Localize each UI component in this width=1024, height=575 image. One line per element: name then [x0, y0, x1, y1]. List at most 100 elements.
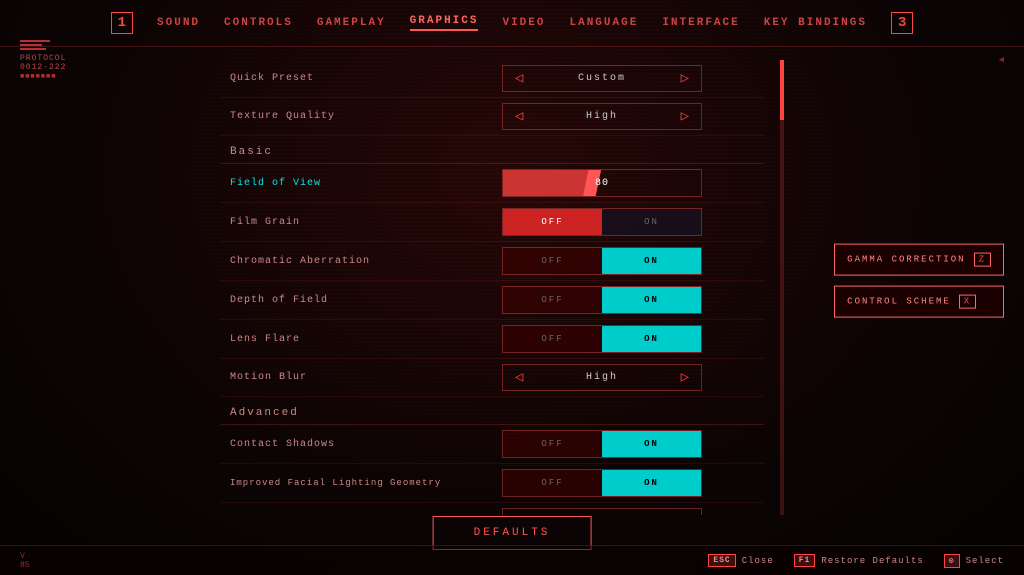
chromatic-control[interactable]: OFF ON — [450, 247, 754, 275]
fov-control[interactable]: 80 — [450, 169, 754, 197]
motion-blur-selector[interactable]: ◁ High ▷ — [502, 364, 702, 391]
quick-preset-arrow-right[interactable]: ▷ — [681, 70, 689, 87]
motion-blur-arrow-left[interactable]: ◁ — [515, 369, 523, 386]
control-scheme-key: X — [959, 294, 976, 308]
anisotropy-row: Anisotropy ◁ 16 ▷ — [220, 503, 764, 515]
lens-flare-on[interactable]: ON — [602, 326, 701, 352]
texture-quality-row: Texture Quality ◁ High ▷ — [220, 98, 764, 136]
quick-preset-selector[interactable]: ◁ Custom ▷ — [502, 65, 702, 92]
quick-preset-arrow-left[interactable]: ◁ — [515, 70, 523, 87]
restore-label: Restore Defaults — [821, 556, 923, 566]
nav-item-gameplay[interactable]: GAMEPLAY — [317, 17, 386, 29]
anisotropy-control[interactable]: ◁ 16 ▷ — [450, 508, 754, 515]
logo-area: PROTOCOL0012-222■■■■■■■ — [20, 40, 66, 81]
film-grain-on[interactable]: ON — [602, 209, 701, 235]
contact-shadows-toggle[interactable]: OFF ON — [502, 430, 702, 458]
close-key: ESC — [708, 554, 735, 567]
film-grain-toggle[interactable]: OFF ON — [502, 208, 702, 236]
nav-item-sound[interactable]: SOUND — [157, 17, 200, 29]
nav-bracket-left: 1 — [111, 12, 133, 34]
texture-arrow-right[interactable]: ▷ — [681, 108, 689, 125]
texture-quality-label: Texture Quality — [230, 111, 450, 122]
anisotropy-selector[interactable]: ◁ 16 ▷ — [502, 508, 702, 515]
fov-row: Field of View 80 — [220, 164, 764, 203]
restore-defaults-action: F1 Restore Defaults — [794, 554, 924, 567]
scrollbar[interactable] — [780, 60, 784, 515]
dof-on[interactable]: ON — [602, 287, 701, 313]
scrollbar-thumb[interactable] — [780, 60, 784, 120]
lens-flare-toggle[interactable]: OFF ON — [502, 325, 702, 353]
section-advanced-header: Advanced — [220, 397, 764, 425]
settings-area: Quick Preset ◁ Custom ▷ Texture Quality … — [220, 50, 764, 515]
logo-line-2 — [20, 44, 42, 46]
logo-line-3 — [20, 48, 46, 50]
nav-item-language[interactable]: LANGUAGE — [570, 17, 639, 29]
lens-flare-off[interactable]: OFF — [503, 326, 602, 352]
quick-preset-row: Quick Preset ◁ Custom ▷ — [220, 60, 764, 98]
fov-value: 80 — [503, 178, 701, 189]
motion-blur-control[interactable]: ◁ High ▷ — [450, 364, 754, 391]
dof-off[interactable]: OFF — [503, 287, 602, 313]
contact-shadows-on[interactable]: ON — [602, 431, 701, 457]
facial-lighting-on[interactable]: ON — [602, 470, 701, 496]
lens-flare-row: Lens Flare OFF ON — [220, 320, 764, 359]
facial-lighting-toggle[interactable]: OFF ON — [502, 469, 702, 497]
close-label: Close — [742, 556, 774, 566]
facial-lighting-label: Improved Facial Lighting Geometry — [230, 478, 450, 488]
select-action: ⊙ Select — [944, 554, 1004, 568]
side-buttons: GAMMA CORRECTION Z CONTROL SCHEME X — [834, 243, 1004, 317]
contact-shadows-off[interactable]: OFF — [503, 431, 602, 457]
corner-indicator: ◀ — [999, 55, 1004, 65]
logo-text: PROTOCOL0012-222■■■■■■■ — [20, 54, 66, 81]
nav-item-video[interactable]: VIDEO — [502, 17, 545, 29]
dof-row: Depth of Field OFF ON — [220, 281, 764, 320]
chromatic-label: Chromatic Aberration — [230, 256, 450, 267]
restore-key: F1 — [794, 554, 816, 567]
contact-shadows-control[interactable]: OFF ON — [450, 430, 754, 458]
chromatic-toggle[interactable]: OFF ON — [502, 247, 702, 275]
film-grain-row: Film Grain OFF ON — [220, 203, 764, 242]
nav-item-keybindings[interactable]: KEY BINDINGS — [764, 17, 867, 29]
nav-item-interface[interactable]: INTERFACE — [662, 17, 739, 29]
lens-flare-control[interactable]: OFF ON — [450, 325, 754, 353]
logo-line-1 — [20, 40, 50, 42]
gamma-correction-key: Z — [974, 252, 991, 266]
anisotropy-arrow-left[interactable]: ◁ — [515, 513, 523, 515]
version-num: 85 — [20, 561, 30, 570]
motion-blur-value: High — [531, 372, 672, 383]
quick-preset-label: Quick Preset — [230, 73, 450, 84]
version-v: V — [20, 552, 25, 561]
nav-item-controls[interactable]: CONTROLS — [224, 17, 293, 29]
texture-quality-value: High — [531, 111, 672, 122]
control-scheme-label: CONTROL SCHEME — [847, 296, 951, 306]
motion-blur-arrow-right[interactable]: ▷ — [681, 369, 689, 386]
dof-control[interactable]: OFF ON — [450, 286, 754, 314]
chromatic-off[interactable]: OFF — [503, 248, 602, 274]
nav-bracket-right: 3 — [891, 12, 913, 34]
motion-blur-row: Motion Blur ◁ High ▷ — [220, 359, 764, 397]
top-navigation: 1 SOUND CONTROLS GAMEPLAY GRAPHICS VIDEO… — [0, 0, 1024, 47]
gamma-correction-button[interactable]: GAMMA CORRECTION Z — [834, 243, 1004, 275]
texture-quality-control[interactable]: ◁ High ▷ — [450, 103, 754, 130]
dof-toggle[interactable]: OFF ON — [502, 286, 702, 314]
section-basic-header: Basic — [220, 136, 764, 164]
texture-quality-selector[interactable]: ◁ High ▷ — [502, 103, 702, 130]
facial-lighting-control[interactable]: OFF ON — [450, 469, 754, 497]
film-grain-off[interactable]: OFF — [503, 209, 602, 235]
lens-flare-label: Lens Flare — [230, 334, 450, 345]
chromatic-row: Chromatic Aberration OFF ON — [220, 242, 764, 281]
fov-slider[interactable]: 80 — [502, 169, 702, 197]
control-scheme-button[interactable]: CONTROL SCHEME X — [834, 285, 1004, 317]
film-grain-control[interactable]: OFF ON — [450, 208, 754, 236]
quick-preset-control[interactable]: ◁ Custom ▷ — [450, 65, 754, 92]
gamma-correction-label: GAMMA CORRECTION — [847, 254, 965, 264]
facial-lighting-off[interactable]: OFF — [503, 470, 602, 496]
facial-lighting-row: Improved Facial Lighting Geometry OFF ON — [220, 464, 764, 503]
dof-label: Depth of Field — [230, 295, 450, 306]
fov-label: Field of View — [230, 178, 450, 189]
nav-item-graphics[interactable]: GRAPHICS — [410, 15, 479, 31]
texture-arrow-left[interactable]: ◁ — [515, 108, 523, 125]
quick-preset-value: Custom — [531, 73, 672, 84]
chromatic-on[interactable]: ON — [602, 248, 701, 274]
anisotropy-arrow-right[interactable]: ▷ — [681, 513, 689, 515]
